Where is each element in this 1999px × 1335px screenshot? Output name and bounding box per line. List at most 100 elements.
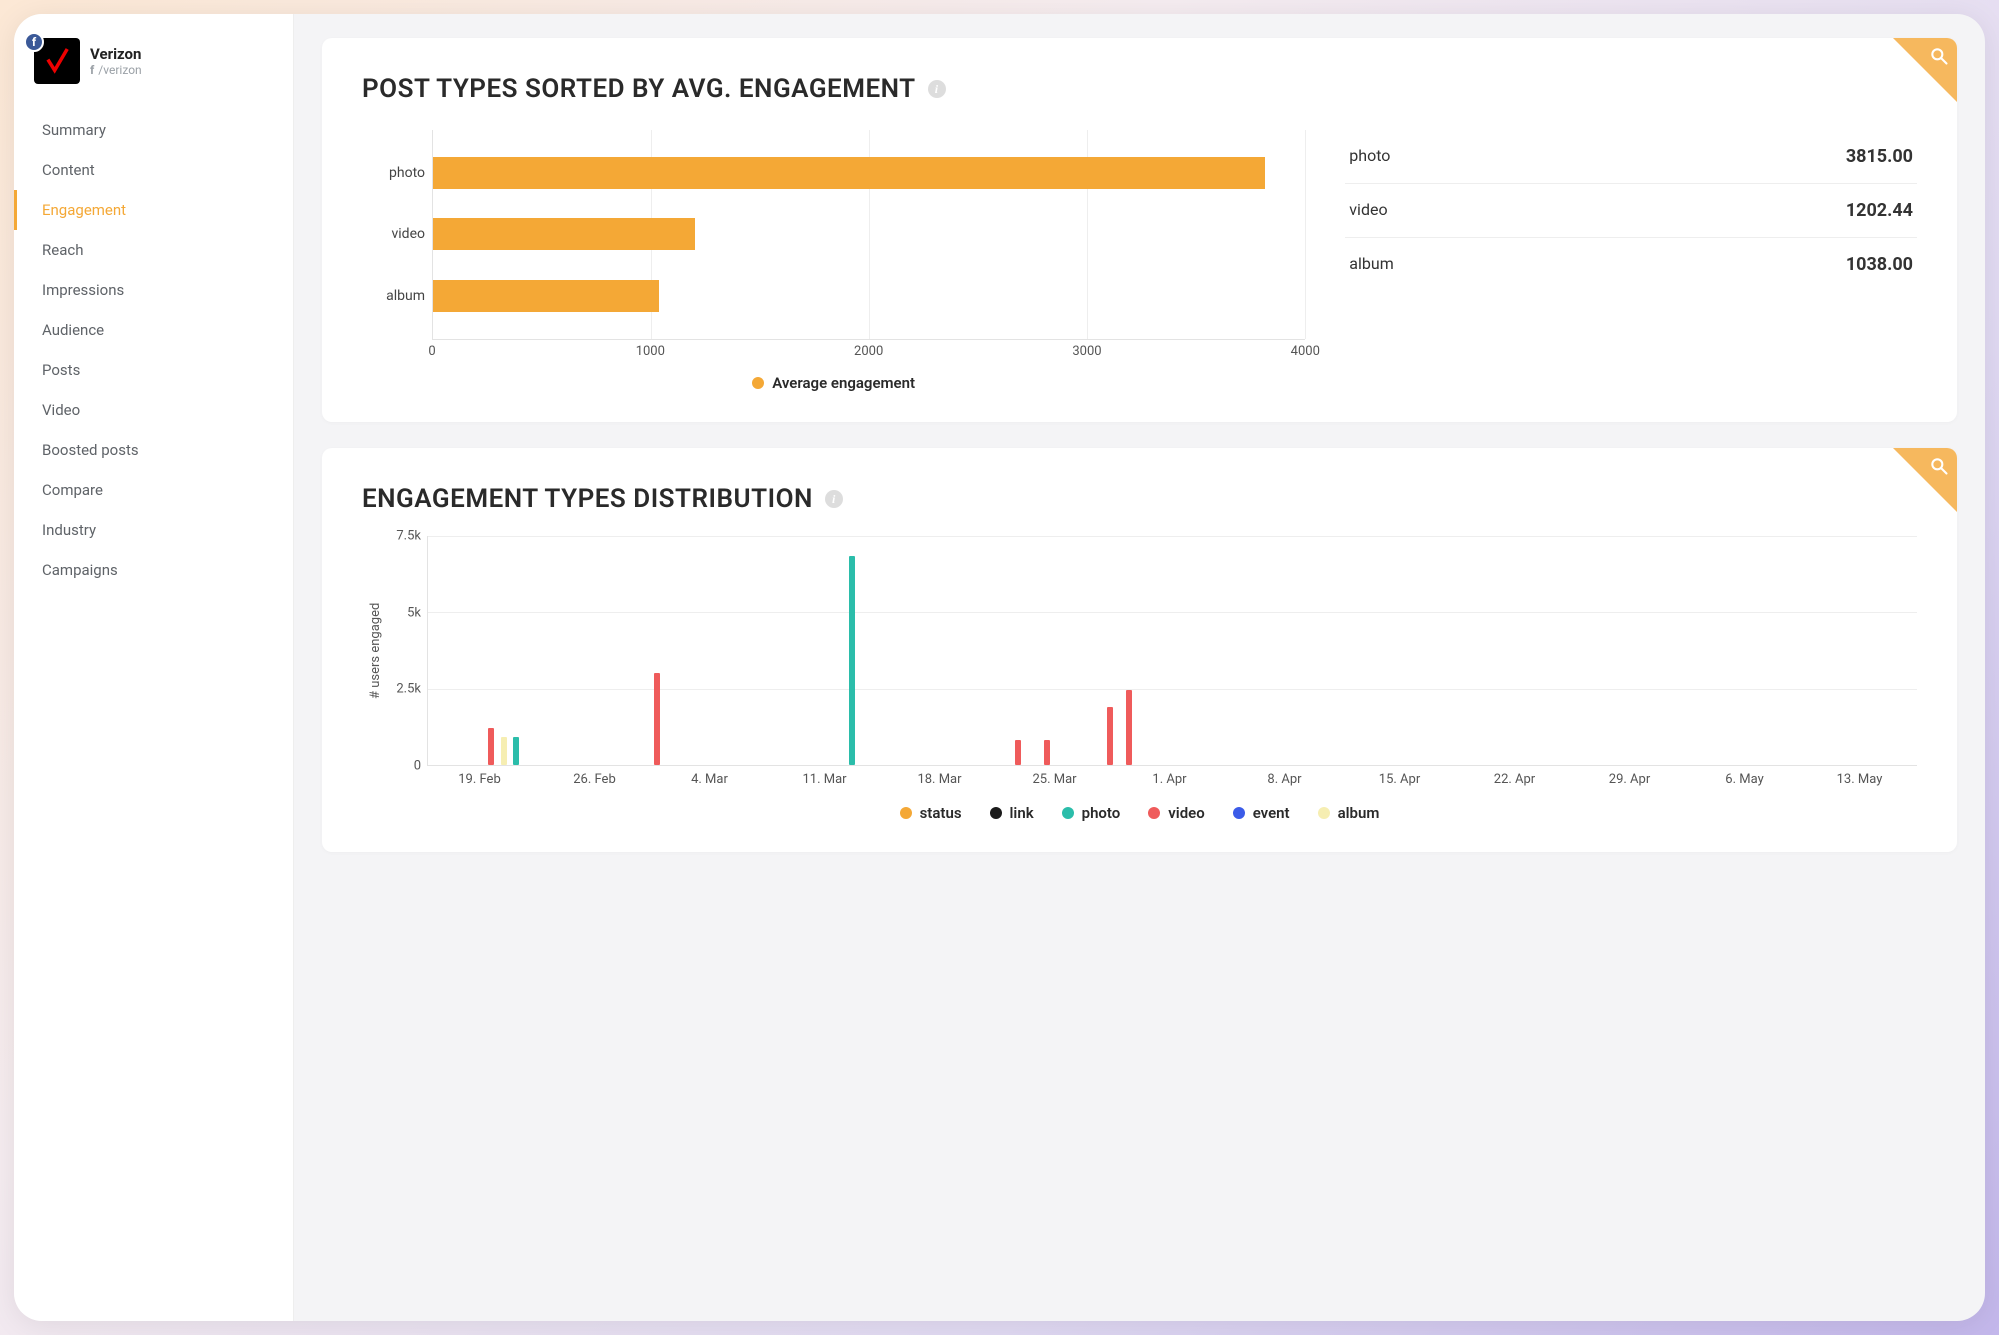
chart-column bbox=[1107, 707, 1113, 765]
legend-swatch-icon bbox=[1148, 807, 1160, 819]
legend-label: event bbox=[1253, 804, 1290, 822]
card-title: ENGAGEMENT TYPES DISTRIBUTION i bbox=[362, 484, 1917, 514]
facebook-badge-icon: f bbox=[24, 32, 44, 52]
x-tick: 11. Mar bbox=[802, 772, 846, 787]
chart-y-axis-label: # users engaged bbox=[362, 536, 383, 766]
legend-label: album bbox=[1338, 804, 1380, 822]
x-tick: 22. Apr bbox=[1494, 772, 1535, 787]
sidebar-item-video[interactable]: Video bbox=[14, 390, 293, 430]
sidebar-item-engagement[interactable]: Engagement bbox=[14, 190, 293, 230]
sidebar-item-campaigns[interactable]: Campaigns bbox=[14, 550, 293, 590]
sidebar-nav: SummaryContentEngagementReachImpressions… bbox=[14, 110, 293, 590]
sidebar-item-posts[interactable]: Posts bbox=[14, 350, 293, 390]
sidebar: f Verizon f /verizon SummaryContentEngag… bbox=[14, 14, 294, 1321]
y-tick: 5k bbox=[407, 605, 421, 620]
legend-swatch-icon bbox=[1318, 807, 1330, 819]
stat-value: 3815.00 bbox=[1846, 146, 1913, 167]
legend-item: event bbox=[1233, 804, 1290, 822]
sidebar-item-reach[interactable]: Reach bbox=[14, 230, 293, 270]
stat-row: album 1038.00 bbox=[1345, 238, 1917, 291]
x-tick: 4000 bbox=[1291, 344, 1320, 359]
x-tick: 29. Apr bbox=[1609, 772, 1650, 787]
sidebar-item-compare[interactable]: Compare bbox=[14, 470, 293, 510]
stat-value: 1038.00 bbox=[1846, 254, 1913, 275]
legend-item: photo bbox=[1062, 804, 1121, 822]
legend-swatch-icon bbox=[1233, 807, 1245, 819]
stat-row: video 1202.44 bbox=[1345, 184, 1917, 238]
stat-label: video bbox=[1349, 200, 1387, 221]
sidebar-item-industry[interactable]: Industry bbox=[14, 510, 293, 550]
legend-label: link bbox=[1010, 804, 1034, 822]
legend-label: status bbox=[920, 804, 962, 822]
main-content: POST TYPES SORTED BY AVG. ENGAGEMENT i p… bbox=[294, 14, 1985, 1321]
x-tick: 2000 bbox=[854, 344, 883, 359]
x-tick: 15. Apr bbox=[1379, 772, 1420, 787]
chart-column bbox=[654, 673, 660, 765]
engagement-distribution-card: ENGAGEMENT TYPES DISTRIBUTION i # users … bbox=[322, 448, 1957, 852]
info-icon[interactable]: i bbox=[928, 80, 946, 98]
x-tick: 8. Apr bbox=[1267, 772, 1301, 787]
legend-swatch-icon bbox=[990, 807, 1002, 819]
sidebar-item-audience[interactable]: Audience bbox=[14, 310, 293, 350]
chart-column bbox=[1126, 690, 1132, 765]
y-tick: 2.5k bbox=[396, 682, 421, 697]
search-icon[interactable] bbox=[1929, 456, 1949, 480]
verizon-check-icon bbox=[43, 47, 71, 75]
chart-column bbox=[513, 737, 519, 765]
chart-column bbox=[849, 556, 855, 765]
search-icon[interactable] bbox=[1929, 46, 1949, 70]
x-tick: 3000 bbox=[1072, 344, 1101, 359]
stat-value: 1202.44 bbox=[1846, 200, 1913, 221]
stat-label: photo bbox=[1349, 146, 1390, 167]
brand-handle: f /verizon bbox=[90, 63, 142, 77]
legend-swatch-icon bbox=[900, 807, 912, 819]
legend-item: album bbox=[1318, 804, 1380, 822]
legend-swatch-icon bbox=[1062, 807, 1074, 819]
chart-bar bbox=[433, 280, 659, 312]
brand-text: Verizon f /verizon bbox=[90, 45, 142, 77]
post-types-chart: photovideoalbum 01000200030004000 Averag… bbox=[362, 130, 1305, 392]
x-tick: 1. Apr bbox=[1152, 772, 1186, 787]
legend-item: status bbox=[900, 804, 962, 822]
chart-bar bbox=[433, 157, 1265, 189]
card-title: POST TYPES SORTED BY AVG. ENGAGEMENT i bbox=[362, 74, 1917, 104]
x-tick: 0 bbox=[428, 344, 435, 359]
x-tick: 25. Mar bbox=[1032, 772, 1076, 787]
x-tick: 6. May bbox=[1725, 772, 1763, 787]
stat-label: album bbox=[1349, 254, 1393, 275]
x-tick: 19. Feb bbox=[458, 772, 501, 787]
y-tick: 7.5k bbox=[396, 529, 421, 544]
post-types-card: POST TYPES SORTED BY AVG. ENGAGEMENT i p… bbox=[322, 38, 1957, 422]
legend-item: video bbox=[1148, 804, 1204, 822]
legend-label: video bbox=[1168, 804, 1204, 822]
x-tick: 1000 bbox=[636, 344, 665, 359]
chart-category-label: photo bbox=[363, 165, 425, 181]
chart-category-label: video bbox=[363, 226, 425, 242]
brand-header: f Verizon f /verizon bbox=[14, 38, 293, 102]
sidebar-item-boosted-posts[interactable]: Boosted posts bbox=[14, 430, 293, 470]
app-window: f Verizon f /verizon SummaryContentEngag… bbox=[14, 14, 1985, 1321]
brand-name: Verizon bbox=[90, 45, 142, 63]
x-tick: 26. Feb bbox=[573, 772, 616, 787]
info-icon[interactable]: i bbox=[825, 490, 843, 508]
sidebar-item-impressions[interactable]: Impressions bbox=[14, 270, 293, 310]
chart-bar bbox=[433, 218, 695, 250]
chart-column bbox=[501, 737, 507, 765]
chart-legend: Average engagement bbox=[362, 374, 1305, 392]
legend-swatch-icon bbox=[752, 377, 764, 389]
chart-column bbox=[488, 728, 494, 765]
legend-item: link bbox=[990, 804, 1034, 822]
sidebar-item-content[interactable]: Content bbox=[14, 150, 293, 190]
sidebar-item-summary[interactable]: Summary bbox=[14, 110, 293, 150]
stat-row: photo 3815.00 bbox=[1345, 130, 1917, 184]
chart-column bbox=[1015, 740, 1021, 765]
engagement-distribution-chart: # users engaged 02.5k5k7.5k 19. Feb26. F… bbox=[362, 536, 1917, 822]
legend-label: photo bbox=[1082, 804, 1121, 822]
chart-column bbox=[1044, 740, 1050, 765]
x-tick: 13. May bbox=[1837, 772, 1883, 787]
y-tick: 0 bbox=[414, 759, 421, 774]
x-tick: 4. Mar bbox=[691, 772, 728, 787]
chart-legend: status link photo video event album bbox=[362, 804, 1917, 822]
chart-category-label: album bbox=[363, 288, 425, 304]
facebook-glyph-icon: f bbox=[90, 63, 94, 77]
